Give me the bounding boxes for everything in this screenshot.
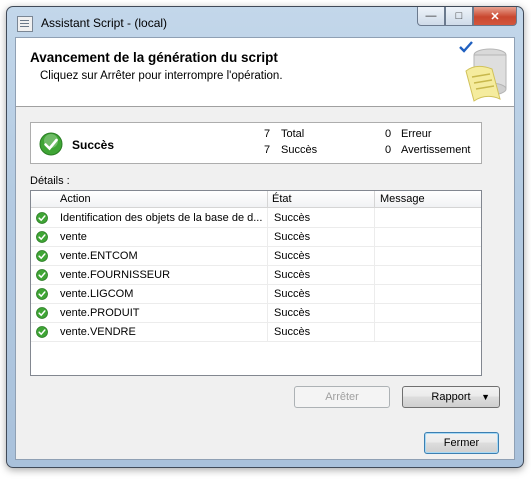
table-row[interactable]: vente.ENTCOM Succès [31, 246, 481, 266]
minimize-icon: — [425, 10, 437, 22]
row-action: vente.PRODUIT [60, 307, 140, 319]
close-button[interactable]: Fermer [424, 432, 499, 454]
minimize-button[interactable]: — [417, 7, 445, 26]
success-check-icon [36, 250, 48, 262]
row-state: Succès [274, 307, 311, 319]
table-row[interactable]: vente Succès [31, 227, 481, 247]
success-check-icon [36, 307, 48, 319]
warning-count: 0 [385, 144, 392, 156]
script-wizard-logo-icon [459, 41, 507, 102]
header-banner: Avancement de la génération du script Cl… [16, 38, 514, 107]
dialog-client-area: Avancement de la génération du script Cl… [15, 37, 515, 460]
close-icon: ✕ [490, 10, 500, 23]
total-count: 7 [264, 128, 271, 140]
table-row[interactable]: Identification des objets de la base de … [31, 208, 481, 228]
maximize-button[interactable]: □ [445, 7, 473, 26]
success-check-icon [36, 269, 48, 281]
close-window-button[interactable]: ✕ [473, 7, 517, 26]
row-state: Succès [274, 231, 311, 243]
success-check-icon [39, 132, 63, 156]
report-button-label: Rapport [431, 391, 471, 403]
dropdown-arrow-icon: ▼ [481, 392, 490, 402]
success-check-icon [36, 231, 48, 243]
success-label: Succès [281, 144, 318, 156]
success-check-icon [36, 326, 48, 338]
table-header: Action État Message [31, 191, 481, 208]
success-count: 7 [264, 144, 271, 156]
row-state: Succès [274, 288, 311, 300]
row-action: Identification des objets de la base de … [60, 212, 262, 224]
row-action: vente.ENTCOM [60, 250, 138, 262]
success-check-icon [36, 288, 48, 300]
row-state: Succès [274, 250, 311, 262]
table-row[interactable]: vente.VENDRE Succès [31, 322, 481, 342]
window-title: Assistant Script - (local) [41, 16, 168, 30]
total-label: Total [281, 128, 305, 140]
maximize-icon: □ [455, 10, 463, 22]
page-subtitle: Cliquez sur Arrêter pour interrompre l'o… [40, 70, 283, 82]
page-title: Avancement de la génération du script [30, 50, 278, 65]
row-action: vente.VENDRE [60, 326, 136, 338]
title-bar[interactable]: Assistant Script - (local) — □ ✕ [7, 7, 523, 37]
summary-status: Succès [72, 138, 115, 152]
details-label: Détails : [30, 175, 70, 187]
row-state: Succès [274, 269, 311, 281]
table-row[interactable]: vente.LIGCOM Succès [31, 284, 481, 304]
row-state: Succès [274, 326, 311, 338]
table-row[interactable]: vente.PRODUIT Succès [31, 303, 481, 323]
warning-label: Avertissement [401, 144, 471, 156]
report-button[interactable]: Rapport ▼ [402, 386, 500, 408]
row-state: Succès [274, 212, 311, 224]
column-header-message[interactable]: Message [380, 193, 425, 205]
column-header-action[interactable]: Action [60, 193, 91, 205]
summary-panel: Succès 7 Total 7 Succès 0 Erreur 0 Avert… [30, 122, 482, 164]
error-count: 0 [385, 128, 392, 140]
table-row[interactable]: vente.FOURNISSEUR Succès [31, 265, 481, 285]
dialog-window: Assistant Script - (local) — □ ✕ Avancem… [6, 6, 524, 468]
row-action: vente.FOURNISSEUR [60, 269, 171, 281]
details-table[interactable]: Action État Message Identification des o… [30, 190, 482, 376]
column-header-state[interactable]: État [272, 193, 292, 205]
app-icon [17, 16, 33, 32]
row-action: vente.LIGCOM [60, 288, 134, 300]
error-label: Erreur [401, 128, 432, 140]
success-check-icon [36, 212, 48, 224]
row-action: vente [60, 231, 87, 243]
stop-button[interactable]: Arrêter [294, 386, 390, 408]
